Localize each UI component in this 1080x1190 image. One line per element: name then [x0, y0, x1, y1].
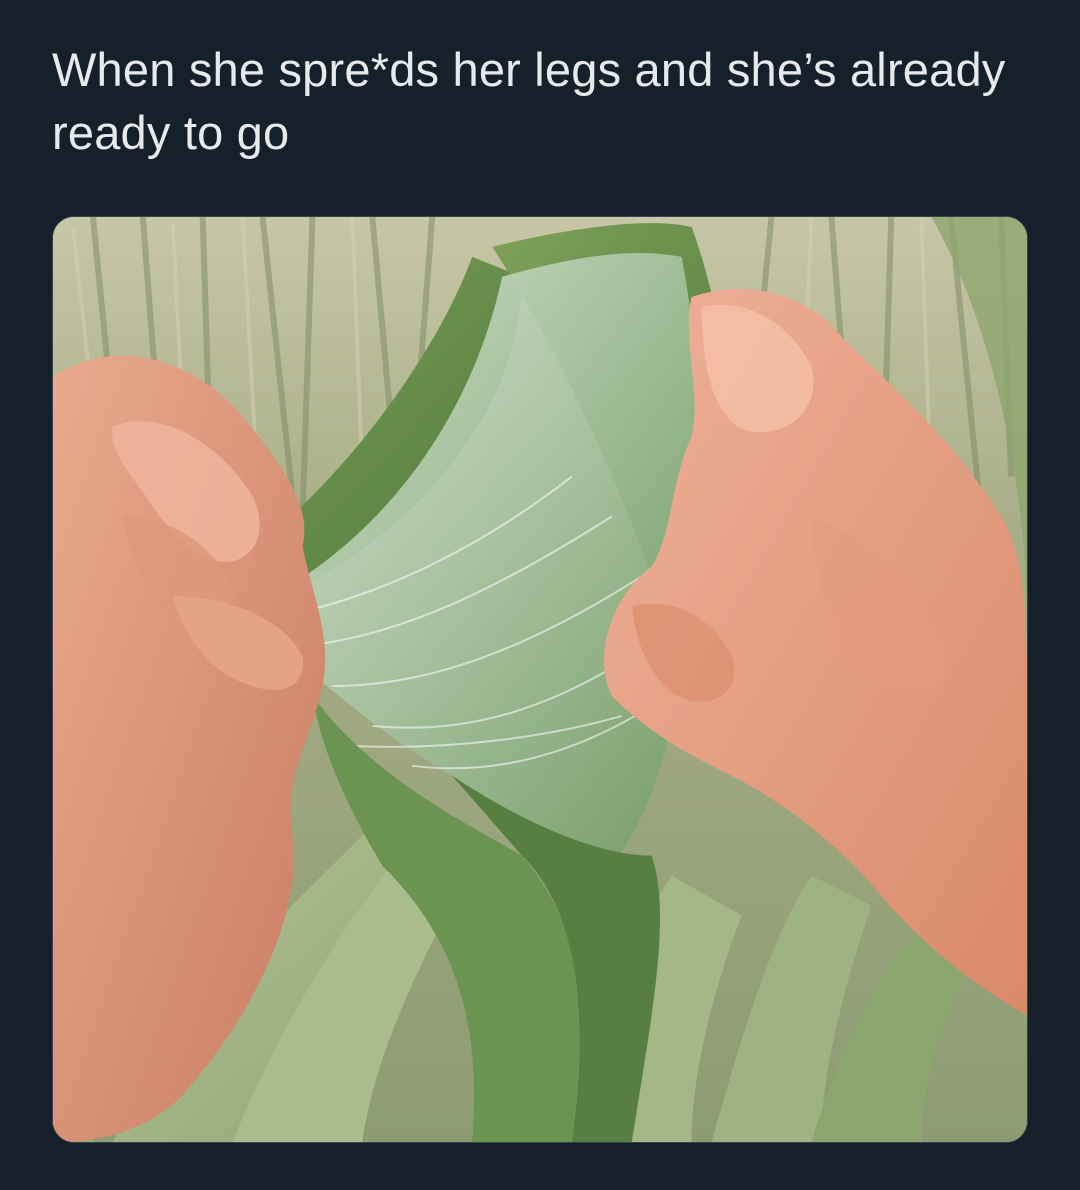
tweet-media[interactable]	[52, 216, 1028, 1143]
tweet-text: When she spre*ds her legs and she’s alre…	[52, 43, 1019, 159]
aloe-vera-photo	[53, 217, 1027, 1142]
tweet-post: When she spre*ds her legs and she’s alre…	[0, 0, 1080, 1190]
